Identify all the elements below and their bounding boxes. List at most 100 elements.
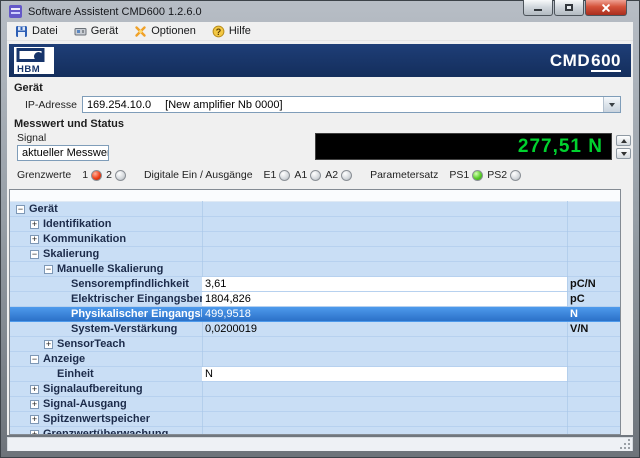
tree-row-label: Sensorempfindlichkeit	[71, 278, 189, 290]
menu-optionen[interactable]: Optionen	[130, 24, 204, 39]
maximize-button[interactable]	[554, 0, 584, 16]
tree-row[interactable]: + Signalaufbereitung	[10, 382, 620, 397]
tree-row[interactable]: Sensorempfindlichkeit 3,61pC/N	[10, 277, 620, 292]
parameter-tree-panel: −Gerät+Identifikation+Kommunikation−Skal…	[9, 189, 621, 435]
device-icon	[74, 25, 87, 38]
tree-row-value[interactable]: 3,61	[202, 277, 567, 291]
svg-text:HBM: HBM	[17, 64, 40, 73]
signal-combobox[interactable]: aktueller Messwert	[17, 145, 109, 161]
expand-icon[interactable]: +	[30, 235, 39, 244]
tree-row-value: 0,0200019	[202, 322, 567, 336]
expand-icon[interactable]: +	[30, 400, 39, 409]
tree-row-value	[202, 397, 567, 411]
expand-icon[interactable]: +	[30, 415, 39, 424]
tree-row-value: 499,9518	[202, 307, 567, 321]
tree-row-label: Physikalischer Eingangsbereich	[71, 308, 202, 320]
tree-row-label: Anzeige	[43, 353, 85, 365]
tree-row[interactable]: Elektrischer Eingangsbereich1804,826pC	[10, 292, 620, 307]
expand-icon[interactable]: +	[30, 430, 39, 436]
save-icon	[15, 25, 28, 38]
tree-row[interactable]: + Kommunikation	[10, 232, 620, 247]
tree-row[interactable]: + Identifikation	[10, 217, 620, 232]
tree-row[interactable]: −Manuelle Skalierung	[10, 262, 620, 277]
tree-row-unit	[567, 232, 620, 246]
tree-row-value[interactable]: 1804,826	[202, 292, 567, 306]
tree-row-label: Identifikation	[43, 218, 111, 230]
menu-hilfe-label: Hilfe	[229, 25, 251, 37]
svg-text:?: ?	[216, 26, 222, 36]
tree-row-value	[202, 337, 567, 351]
led-label: E1	[264, 169, 277, 181]
tree-row[interactable]: Einheit N	[10, 367, 620, 382]
spinner-up-button[interactable]	[616, 135, 631, 146]
tree-row[interactable]: + SensorTeach	[10, 337, 620, 352]
expand-icon[interactable]: +	[30, 220, 39, 229]
tree-row-value[interactable]: N	[202, 367, 567, 381]
tree-row-unit: N	[567, 307, 620, 321]
window-title: Software Assistent CMD600 1.2.6.0	[28, 6, 202, 18]
menu-geraet-label: Gerät	[91, 25, 119, 37]
minimize-icon	[534, 9, 542, 11]
menu-optionen-label: Optionen	[151, 25, 196, 37]
collapse-icon[interactable]: −	[16, 205, 25, 214]
status-group-label: Grenzwerte	[17, 169, 71, 181]
tree-row[interactable]: −Skalierung	[10, 247, 620, 262]
chevron-up-icon	[621, 139, 627, 143]
help-icon: ?	[212, 25, 225, 38]
tree-row-unit: V/N	[567, 322, 620, 336]
led-off-indicator	[310, 170, 321, 181]
menu-datei[interactable]: Datei	[11, 24, 66, 39]
ip-address-label: IP-Adresse	[25, 99, 77, 111]
tree-row-label: SensorTeach	[57, 338, 125, 350]
led-green-indicator	[472, 170, 483, 181]
ip-address-combobox[interactable]: 169.254.10.0 [New amplifier Nb 0000]	[82, 96, 621, 113]
measurement-display: 277,51 N	[315, 133, 612, 160]
led-label: 2	[106, 169, 112, 181]
tree-row[interactable]: System-Verstärkung0,0200019V/N	[10, 322, 620, 337]
cmd600-logo: CMD600	[550, 51, 621, 71]
tree-row-label: Einheit	[57, 368, 94, 380]
measurement-section-heading: Messwert und Status	[14, 118, 633, 130]
spinner-down-button[interactable]	[616, 148, 631, 159]
tree-row-value	[202, 217, 567, 231]
measurement-block: Signal aktueller Messwert 277,51 N	[17, 132, 621, 163]
tree-row-label: Gerät	[29, 203, 58, 215]
tree-row-label: Kommunikation	[43, 233, 126, 245]
tree-row[interactable]: +Signal-Ausgang	[10, 397, 620, 412]
tree-row-unit	[567, 382, 620, 396]
options-icon	[134, 25, 147, 38]
tree-row-value	[202, 262, 567, 276]
tree-row[interactable]: +Grenzwertüberwachung	[10, 427, 620, 435]
chevron-down-icon[interactable]	[603, 97, 620, 112]
led-red-indicator	[91, 170, 102, 181]
device-section-heading: Gerät	[14, 82, 633, 94]
collapse-icon[interactable]: −	[30, 355, 39, 364]
menu-geraet[interactable]: Gerät	[70, 24, 127, 39]
tree-row-value	[202, 232, 567, 246]
menu-hilfe[interactable]: ? Hilfe	[208, 24, 259, 39]
collapse-icon[interactable]: −	[44, 265, 53, 274]
tree-row-unit	[567, 262, 620, 276]
tree-row[interactable]: −Anzeige	[10, 352, 620, 367]
minimize-button[interactable]	[523, 0, 553, 16]
tree-row[interactable]: −Gerät	[10, 202, 620, 217]
tree-row-label: Signalaufbereitung	[43, 383, 143, 395]
resize-grip[interactable]	[620, 439, 631, 450]
display-spinner	[616, 135, 631, 159]
tree-row-unit	[567, 397, 620, 411]
ip-address-value: 169.254.10.0	[87, 99, 151, 111]
tree-row-unit	[567, 352, 620, 366]
tree-row-label: Manuelle Skalierung	[57, 263, 163, 275]
menu-datei-label: Datei	[32, 25, 58, 37]
tree-row-unit	[567, 337, 620, 351]
expand-icon[interactable]: +	[30, 385, 39, 394]
tree-row[interactable]: +Spitzenwertspeicher	[10, 412, 620, 427]
hbm-logo-icon: HBM	[16, 48, 52, 73]
status-row: Grenzwerte12Digitale Ein / AusgängeE1A1A…	[17, 168, 633, 182]
tree-row-unit: pC/N	[567, 277, 620, 291]
collapse-icon[interactable]: −	[30, 250, 39, 259]
tree-row-unit	[567, 217, 620, 231]
close-button[interactable]	[585, 0, 627, 16]
expand-icon[interactable]: +	[44, 340, 53, 349]
tree-row[interactable]: Physikalischer Eingangsbereich499,9518N	[10, 307, 620, 322]
